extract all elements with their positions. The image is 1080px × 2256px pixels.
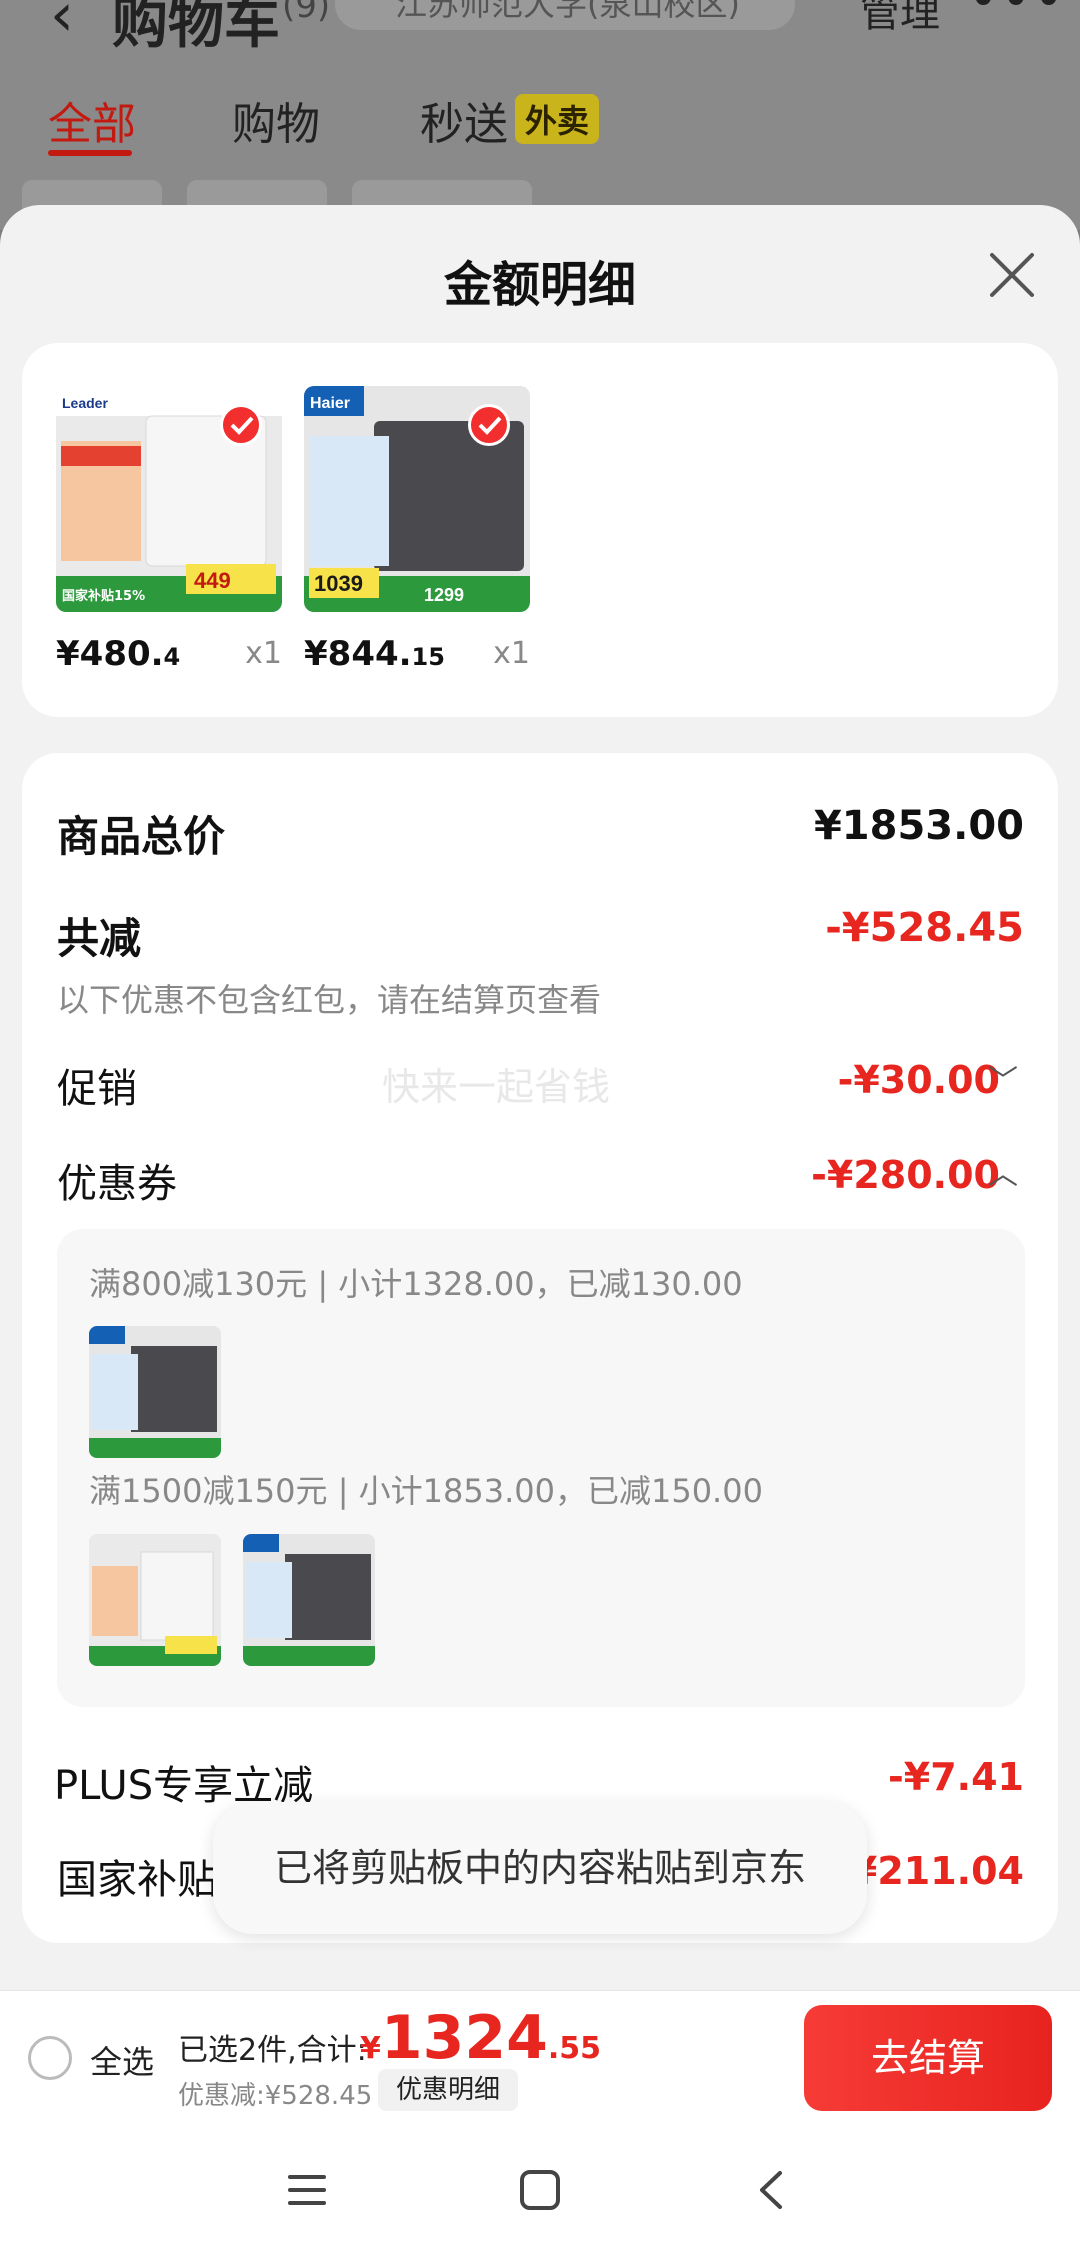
total-discount-label: 共减 <box>57 914 142 963</box>
coupon-breakdown: 满800减130元 | 小计1328.00，已减130.00 满1500减150… <box>57 1229 1025 1707</box>
total-discount-value: -¥528.45 <box>825 905 1024 951</box>
back-icon[interactable]: ‹ <box>50 0 74 50</box>
select-all-checkbox[interactable] <box>28 2036 72 2080</box>
coupon-rule: 满1500减150元 | 小计1853.00，已减150.00 <box>89 1472 763 1510</box>
system-nav-bar <box>0 2125 1080 2256</box>
total-price: ¥1324.55 <box>360 2003 601 2073</box>
checkout-button[interactable]: 去结算 <box>804 2005 1052 2111</box>
coupon-rule: 满800减130元 | 小计1328.00，已减130.00 <box>89 1265 743 1303</box>
takeout-badge: 外卖 <box>515 94 600 144</box>
plus-discount-value: -¥7.41 <box>888 1755 1024 1799</box>
coupon-amount: -¥280.00 <box>811 1153 1000 1197</box>
coupon-product-thumb <box>243 1534 375 1666</box>
amount-detail-sheet: 金额明细 449 Leader 国家补贴15% ¥480.4 x1 Haier … <box>0 205 1080 1995</box>
clipboard-toast: 已将剪贴板中的内容粘贴到京东 <box>213 1802 867 1934</box>
tab-shopping[interactable]: 购物 <box>232 88 320 152</box>
price-detail-card: 商品总价 ¥1853.00 共减 -¥528.45 以下优惠不包含红包，请在结算… <box>22 753 1058 1943</box>
product-orig-price: 1299 <box>424 585 464 605</box>
location-text: 江苏师范大学(泉山校区) <box>395 0 740 23</box>
home-icon[interactable] <box>515 2165 565 2215</box>
tab-underline <box>48 150 132 156</box>
promo-value[interactable]: -¥30.00 <box>838 1058 1000 1102</box>
subtotal-label: 商品总价 <box>57 812 226 861</box>
cart-tabs: 全部 购物 秒送 外卖 <box>0 88 1080 158</box>
close-icon[interactable] <box>984 247 1040 303</box>
watermark-text: 快来一起省钱 <box>382 1065 611 1109</box>
product-brand: Haier <box>310 395 350 412</box>
more-icon[interactable]: ••• <box>968 0 1066 30</box>
cart-background: ‹ 购物车 (9) 江苏师范大学(泉山校区) 管理 ••• 全部 购物 秒送 外… <box>0 0 1080 240</box>
product-qty: x1 <box>245 636 282 671</box>
menu-icon[interactable] <box>282 2165 332 2215</box>
promo-amount: -¥30.00 <box>837 1058 1000 1102</box>
coupon-product-thumb <box>89 1534 221 1666</box>
product-subsidy: 国家补贴15% <box>62 588 145 604</box>
coupon-product-thumb <box>89 1326 221 1458</box>
product-promo-price: 449 <box>194 568 231 593</box>
product-qty: x1 <box>493 636 530 671</box>
total-yen: ¥ <box>360 2031 381 2066</box>
select-all-label[interactable]: 全选 <box>90 2037 154 2083</box>
product-price: ¥480.4 <box>56 634 180 674</box>
back-nav-icon[interactable] <box>748 2165 798 2215</box>
price-int: ¥844. <box>304 634 412 674</box>
price-int: ¥480. <box>56 634 164 674</box>
total-dec: .55 <box>547 2031 602 2066</box>
promo-label: 促销 <box>57 1066 137 1112</box>
chevron-down-icon[interactable]: ﹀ <box>988 1056 1018 1100</box>
subsidy-label: 国家补贴 <box>57 1857 217 1903</box>
products-card: 449 Leader 国家补贴15% ¥480.4 x1 Haier 1039 … <box>22 343 1058 717</box>
total-int: 1324 <box>380 2003 548 2073</box>
tab-all[interactable]: 全部 <box>48 88 136 152</box>
product-promo-price: 1039 <box>314 571 363 596</box>
selected-summary: 已选2件,合计: <box>178 2033 367 2068</box>
discount-note: 以下优惠不包含红包，请在结算页查看 <box>57 981 602 1019</box>
cart-count: (9) <box>282 0 331 26</box>
location-pill[interactable]: 江苏师范大学(泉山校区) <box>335 0 795 30</box>
coupon-label: 优惠券 <box>57 1161 177 1207</box>
discount-summary: 优惠减:¥528.45 <box>178 2081 373 2111</box>
subtotal-value: ¥1853.00 <box>813 803 1024 849</box>
manage-button[interactable]: 管理 <box>860 0 940 38</box>
price-dec: 4 <box>163 643 181 671</box>
checked-icon[interactable] <box>220 404 262 446</box>
chevron-up-icon[interactable]: ︿ <box>988 1149 1018 1193</box>
product-brand: Leader <box>62 395 108 411</box>
tab-instant[interactable]: 秒送 <box>420 88 508 152</box>
checkout-bar: 全选 已选2件,合计: ¥1324.55 优惠减:¥528.45 优惠明细 去结… <box>0 1990 1080 2125</box>
cart-title: 购物车 <box>112 0 280 56</box>
price-dec: 15 <box>411 643 445 671</box>
discount-detail-button[interactable]: 优惠明细 <box>378 2069 519 2111</box>
checked-icon[interactable] <box>468 404 510 446</box>
sheet-title: 金额明细 <box>443 257 636 313</box>
product-price: ¥844.15 <box>304 634 445 674</box>
coupon-value[interactable]: -¥280.00 <box>811 1153 1000 1197</box>
